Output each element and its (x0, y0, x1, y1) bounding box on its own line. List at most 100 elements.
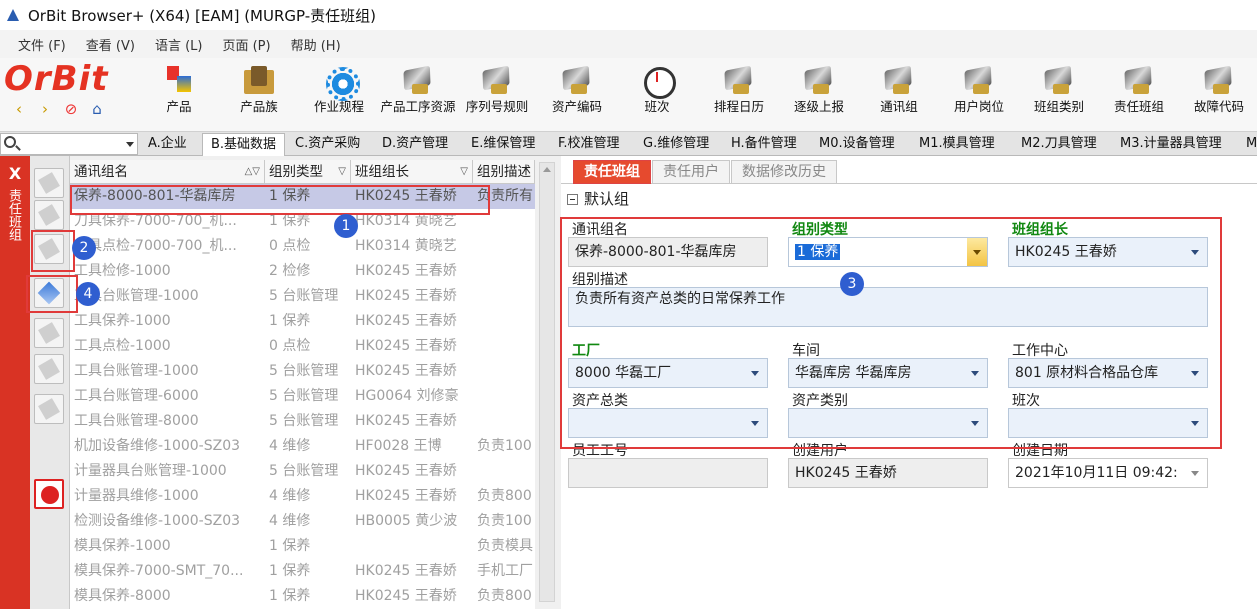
cancel-button[interactable] (34, 394, 64, 424)
table-cell: 1 保养 (269, 313, 311, 329)
table-row[interactable]: 检测设备维修-1000-SZ03 4 维修 HB0005 黄少波 负责100 (70, 509, 535, 534)
table-cell: 4 维修 (269, 438, 311, 454)
table-cell: HK0245 王春娇 (355, 413, 457, 429)
refresh-button[interactable] (34, 318, 64, 348)
stop-icon[interactable]: ⊘ (62, 100, 80, 118)
side-panel-title: 责任班组 (6, 189, 21, 241)
employee-id-field[interactable] (568, 458, 768, 488)
table-row[interactable]: 模具保养-8000 1 保养 HK0245 王春娇 负责800 (70, 584, 535, 609)
table-cell (473, 309, 535, 334)
tab-cutter[interactable]: M2.刀具管理 (1013, 133, 1105, 156)
home-icon[interactable]: ⌂ (88, 100, 106, 118)
close-icon[interactable]: X (0, 164, 30, 183)
table-row[interactable]: 机加设备维修-1000-SZ03 4 维修 HF0028 王博 负责100 (70, 434, 535, 459)
tab-responsible-team[interactable]: 责任班组 (573, 160, 651, 184)
tab-more[interactable]: M (1238, 133, 1257, 156)
table-row[interactable]: 工具检修-1000 2 检修 HK0245 王春娇 (70, 259, 535, 284)
hat-icon (1121, 62, 1157, 98)
table-row[interactable]: 刀具点检-7000-700_机... 0 点检 HK0314 黄晓艺 (70, 234, 535, 259)
tab-mold[interactable]: M1.模具管理 (911, 133, 1003, 156)
table-row[interactable]: 工具台账管理-1000 5 台账管理 HK0245 王春娇 (70, 284, 535, 309)
toolbar-asset-code[interactable]: 资产编码 (538, 58, 616, 132)
refresh-icon (38, 322, 60, 344)
tab-calibration[interactable]: F.校准管理 (550, 133, 628, 156)
vertical-toolbar (30, 156, 70, 609)
table-row[interactable]: 计量器具维修-1000 4 维修 HK0245 王春娇 负责800 (70, 484, 535, 509)
column-header-name[interactable]: 通讯组名 △▽ (70, 160, 265, 183)
delete-button[interactable] (34, 354, 64, 384)
search-box[interactable] (0, 133, 138, 155)
tab-enterprise[interactable]: A.企业 (140, 133, 195, 156)
tab-spare-parts[interactable]: H.备件管理 (723, 133, 805, 156)
toolbar-user-post[interactable]: 用户岗位 (940, 58, 1018, 132)
toolbar-responsible-team[interactable]: 责任班组 (1100, 58, 1178, 132)
chevron-down-icon[interactable] (126, 142, 134, 147)
copy-record-button[interactable] (34, 200, 64, 230)
table-row[interactable]: 工具保养-1000 1 保养 HK0245 王春娇 (70, 309, 535, 334)
step-badge-4: 4 (76, 282, 100, 306)
table-cell: 5 台账管理 (269, 288, 339, 304)
table-cell: HB0005 黄少波 (355, 513, 458, 529)
table-row[interactable]: 计量器具台账管理-1000 5 台账管理 HK0245 王春娇 (70, 459, 535, 484)
highlight-box-row (70, 185, 490, 215)
menu-help[interactable]: 帮助 (H) (291, 35, 341, 54)
table-row[interactable]: 工具点检-1000 0 点检 HK0245 王春娇 (70, 334, 535, 359)
table-row[interactable]: 模具保养-1000 1 保养 负责模具 (70, 534, 535, 559)
table-row[interactable]: 工具台账管理-8000 5 台账管理 HK0245 王春娇 (70, 409, 535, 434)
toolbar-work-procedure[interactable]: 作业规程 (300, 58, 378, 132)
cancel-icon (38, 398, 60, 420)
sort-filter-icon[interactable]: △▽ (245, 160, 260, 183)
toolbar-fault-code[interactable]: 故障代码 (1180, 58, 1257, 132)
tab-maintenance[interactable]: E.维保管理 (463, 133, 543, 156)
column-header-type[interactable]: 组别类型 ▽ (265, 160, 351, 183)
table-cell: 工具台账管理-6000 (74, 388, 199, 404)
new-record-button[interactable] (34, 168, 64, 198)
forward-icon[interactable]: › (36, 100, 54, 118)
toolbar-team-category[interactable]: 班组类别 (1020, 58, 1098, 132)
filter-icon[interactable]: ▽ (338, 160, 346, 183)
toolbar-comm-group[interactable]: 通讯组 (860, 58, 938, 132)
toolbar-product-family[interactable]: 产品族 (220, 58, 298, 132)
menu-view[interactable]: 查看 (V) (86, 35, 135, 54)
toolbar-shift[interactable]: 班次 (618, 58, 696, 132)
menu-language[interactable]: 语言 (L) (155, 35, 203, 54)
menu-page[interactable]: 页面 (P) (222, 35, 270, 54)
tab-asset-management[interactable]: D.资产管理 (374, 133, 456, 156)
vertical-scrollbar[interactable] (539, 162, 555, 602)
section-header[interactable]: 默认组 (567, 188, 629, 209)
chevron-down-icon[interactable] (1191, 471, 1199, 476)
title-bar: OrBit Browser+ (X64) [EAM] (MURGP-责任班组) (0, 0, 1257, 30)
table-cell: 5 台账管理 (269, 363, 339, 379)
panel-splitter[interactable] (535, 156, 561, 609)
toolbar-product[interactable]: 产品 (140, 58, 218, 132)
table-cell: 工具保养-1000 (74, 313, 171, 329)
exit-button[interactable] (34, 479, 64, 509)
table-row[interactable]: 工具台账管理-6000 5 台账管理 HG0064 刘修豪 (70, 384, 535, 409)
column-header-desc[interactable]: 组别描述 (473, 160, 535, 183)
tab-repair[interactable]: G.维修管理 (635, 133, 717, 156)
table-cell (473, 459, 535, 484)
hat-icon (559, 62, 595, 98)
table-row[interactable]: 工具台账管理-1000 5 台账管理 HK0245 王春娇 (70, 359, 535, 384)
tab-modify-history[interactable]: 数据修改历史 (731, 160, 837, 184)
back-icon[interactable]: ‹ (10, 100, 28, 118)
toolbar-schedule-calendar[interactable]: 排程日历 (700, 58, 778, 132)
toolbar-escalation[interactable]: 逐级上报 (780, 58, 858, 132)
orbit-logo: OrBit ‹ › ⊘ ⌂ (4, 60, 134, 128)
collapse-icon[interactable] (567, 194, 578, 205)
tab-equipment[interactable]: M0.设备管理 (811, 133, 903, 156)
created-date-field[interactable]: 2021年10月11日 09:42: (1008, 458, 1208, 488)
menu-file[interactable]: 文件 (F) (18, 35, 66, 54)
step-badge-1: 1 (334, 214, 358, 238)
toolbar-serial-rule[interactable]: 序列号规则 (458, 58, 536, 132)
toolbar-process-resource[interactable]: 产品工序资源 (380, 58, 456, 132)
table-cell: 负责模具 (477, 538, 533, 554)
filter-icon[interactable]: ▽ (460, 160, 468, 183)
column-header-leader[interactable]: 班组组长 ▽ (351, 160, 473, 183)
tab-basic-data[interactable]: B.基础数据 (202, 133, 286, 156)
tab-measuring-tools[interactable]: M3.计量器具管理 (1112, 133, 1230, 156)
table-row[interactable]: 模具保养-7000-SMT_70... 1 保养 HK0245 王春娇 手机工厂 (70, 559, 535, 584)
tab-responsible-user[interactable]: 责任用户 (652, 160, 730, 184)
tab-asset-purchase[interactable]: C.资产采购 (287, 133, 368, 156)
creator-field[interactable]: HK0245 王春娇 (788, 458, 988, 488)
